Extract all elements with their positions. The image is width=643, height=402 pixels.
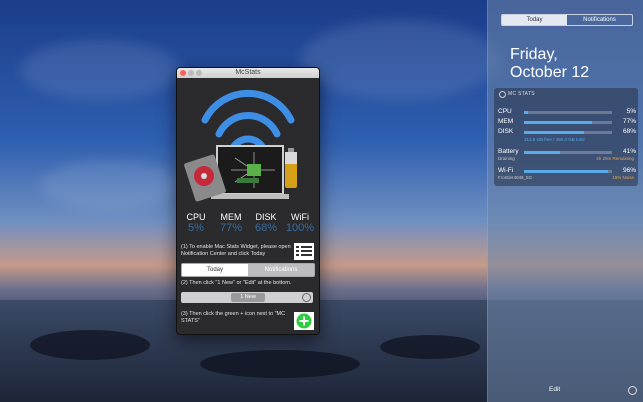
wallpaper-cloud [20, 40, 180, 100]
row-percent: 41% [622, 148, 636, 155]
row-name: Wi-Fi [498, 167, 514, 174]
notification-center: Today Notifications Friday, October 12 M… [487, 0, 643, 402]
list-icon [294, 243, 314, 260]
new-widget-bar[interactable]: 1 New [181, 292, 313, 303]
row-bar-fill [524, 131, 584, 134]
row-bar-fill [524, 151, 561, 154]
stat-disk: DISK 68% [249, 212, 283, 235]
row-bar-fill [524, 170, 609, 173]
row-bar [524, 131, 612, 134]
add-plus-icon [294, 312, 314, 330]
widget-app-icon [499, 91, 506, 98]
nc-settings-gear-icon[interactable] [628, 386, 637, 395]
stat-label: MEM [220, 212, 242, 222]
nc-day: Friday, [510, 46, 558, 63]
nc-tab-notifications[interactable]: Notifications [567, 15, 632, 25]
wallpaper-cloud [300, 20, 500, 100]
wallpaper-rock [200, 350, 360, 378]
row-bar [524, 170, 612, 173]
stat-wifi: WiFi 100% [283, 212, 317, 235]
widget-row-mem: MEM 77% [498, 118, 636, 128]
battery-remaining: 4h 20m Remaining [596, 156, 634, 161]
settings-gear-icon[interactable] [302, 293, 311, 302]
stat-value: 77% [219, 222, 243, 234]
row-percent: 5% [626, 108, 636, 115]
disk-free-text: 313.5 GB free / 495.4 GB total [524, 137, 585, 142]
row-bar [524, 151, 612, 154]
instruction-step-3: (3) Then click the green + icon next to … [181, 311, 286, 324]
tab-today[interactable]: Today [182, 264, 248, 276]
row-name: CPU [498, 108, 512, 115]
window-titlebar[interactable]: McStats [177, 68, 319, 78]
mc-stats-widget: MC STATS CPU 5% MEM 77% DISK 68% 313.5 G… [494, 88, 638, 186]
battery-icon [285, 148, 297, 188]
row-percent: 77% [622, 118, 636, 125]
stat-label: DISK [255, 212, 277, 222]
stat-mem: MEM 77% [214, 212, 248, 235]
row-bar [524, 121, 612, 124]
mcstats-hero-illustration [184, 89, 297, 202]
stat-label: CPU [186, 212, 206, 222]
nc-tab-bar[interactable]: Today Notifications [501, 14, 633, 26]
window-title: McStats [235, 69, 261, 76]
one-new-button[interactable]: 1 New [231, 293, 265, 302]
nc-tab-today[interactable]: Today [502, 15, 567, 25]
stat-cpu: CPU 5% [179, 212, 213, 235]
row-bar [524, 111, 612, 114]
widget-title: MC STATS [508, 91, 535, 97]
row-name: MEM [498, 118, 514, 125]
memory-stick-icon [237, 178, 259, 183]
wallpaper-rock [380, 335, 480, 359]
stat-value: 68% [254, 222, 278, 234]
stat-label: WiFi [291, 212, 309, 222]
instruction-step-2: (2) Then click "1 New" or "Edit" at the … [181, 280, 292, 286]
wallpaper-rock [30, 330, 150, 360]
nc-date: October 12 [510, 64, 590, 81]
wifi-ssid: Frontier4048_5G [498, 175, 533, 180]
tab-notifications[interactable]: Notifications [248, 264, 314, 276]
stats-row: CPU 5% MEM 77% DISK 68% WiFi 100% [177, 212, 319, 240]
stat-value: 100% [285, 222, 315, 234]
instruction-step-1: (1) To enable Mac Stats Widget, please o… [181, 244, 291, 257]
row-name: DISK [498, 128, 514, 135]
stat-value: 5% [188, 222, 204, 234]
today-notifications-segmented[interactable]: Today Notifications [181, 263, 315, 277]
wifi-noise: 16% Noise [612, 175, 634, 180]
row-percent: 96% [622, 167, 636, 174]
wallpaper-cloud [40, 160, 180, 210]
row-name: Battery [498, 148, 519, 155]
row-percent: 68% [622, 128, 636, 135]
mcstats-window[interactable]: McStats CPU 5% MEM 77% DISK 68% WiFi 100… [176, 67, 320, 335]
wifi-icon [201, 89, 295, 152]
nc-edit-button[interactable]: Edit [549, 386, 560, 393]
battery-status: Draining [498, 156, 515, 161]
row-bar-fill [524, 121, 592, 124]
widget-row-cpu: CPU 5% [498, 108, 636, 118]
row-bar-fill [524, 111, 529, 114]
